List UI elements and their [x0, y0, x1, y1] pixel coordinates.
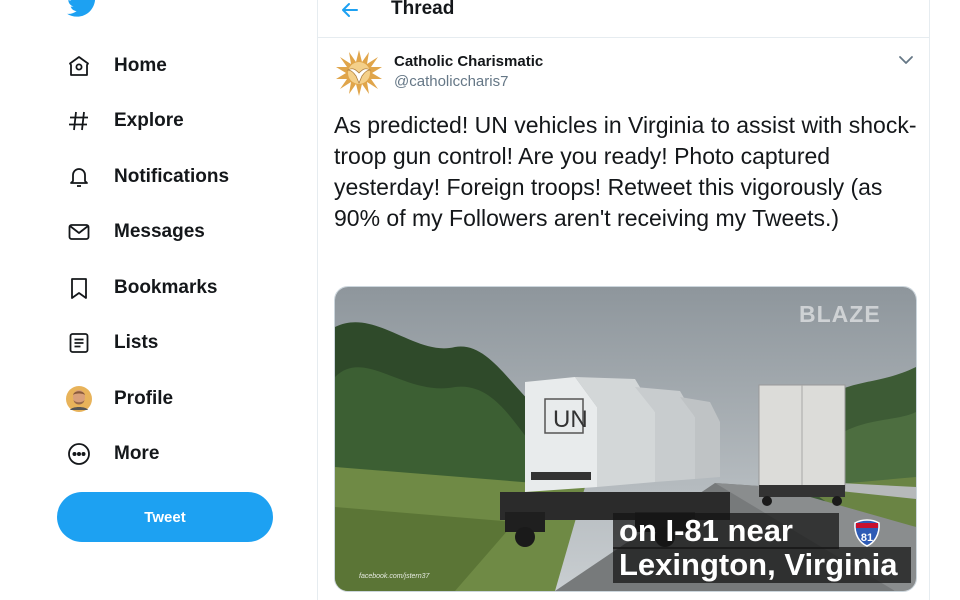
- photo-credit: facebook.com/jstern37: [359, 573, 430, 580]
- sidebar-item-home[interactable]: Home: [66, 46, 167, 86]
- sidebar-item-label: Explore: [114, 110, 184, 131]
- tweet-button[interactable]: Tweet: [57, 492, 273, 542]
- route-shield-number: 81: [861, 532, 873, 544]
- sidebar-item-explore[interactable]: Explore: [66, 101, 184, 141]
- sidebar-item-label: Home: [114, 55, 167, 76]
- sidebar-item-lists[interactable]: Lists: [66, 323, 158, 363]
- hashtag-icon: [66, 108, 92, 134]
- photo-caption-line1: on I-81 near: [613, 513, 839, 549]
- sidebar-item-label: Notifications: [114, 166, 230, 187]
- sidebar-item-label: Lists: [114, 332, 159, 353]
- bell-icon: [66, 164, 92, 190]
- bookmark-icon: [66, 275, 92, 301]
- author-avatar[interactable]: [334, 48, 384, 98]
- sidebar-item-more[interactable]: More: [66, 434, 159, 474]
- sidebar-item-label: Messages: [114, 221, 205, 242]
- page-title: Thread: [391, 0, 455, 19]
- interstate-shield-icon: 81: [854, 519, 880, 547]
- sidebar-item-messages[interactable]: Messages: [66, 212, 205, 252]
- sidebar-item-notifications[interactable]: Notifications: [66, 157, 229, 197]
- chevron-down-icon[interactable]: [898, 54, 914, 66]
- sidebar-item-profile[interactable]: Profile: [66, 379, 173, 419]
- column-divider: [317, 0, 318, 600]
- tweet-photo[interactable]: UN BLAZE on I-81 near Lexington, Virgini…: [334, 286, 917, 592]
- author-handle[interactable]: @catholiccharis7: [394, 73, 508, 90]
- watermark-text: BLAZE: [799, 301, 881, 327]
- avatar-icon: [66, 386, 92, 412]
- thread-header: Thread: [318, 0, 929, 38]
- photo-caption-line2: Lexington, Virginia: [613, 547, 911, 583]
- tweet-text: As predicted! UN vehicles in Virginia to…: [334, 112, 917, 231]
- column-divider: [929, 0, 930, 600]
- more-icon: [66, 441, 92, 467]
- back-arrow-icon[interactable]: [340, 0, 360, 20]
- sidebar-item-label: More: [114, 443, 160, 464]
- sidebar-item-label: Profile: [114, 388, 174, 409]
- sidebar-item-label: Bookmarks: [114, 277, 218, 298]
- sidebar-item-bookmarks[interactable]: Bookmarks: [66, 268, 218, 308]
- envelope-icon: [66, 219, 92, 245]
- twitter-logo-icon[interactable]: [66, 0, 100, 20]
- list-icon: [66, 330, 92, 356]
- author-name[interactable]: Catholic Charismatic: [394, 53, 543, 70]
- vehicle-marking: UN: [553, 406, 588, 433]
- home-icon: [66, 53, 92, 79]
